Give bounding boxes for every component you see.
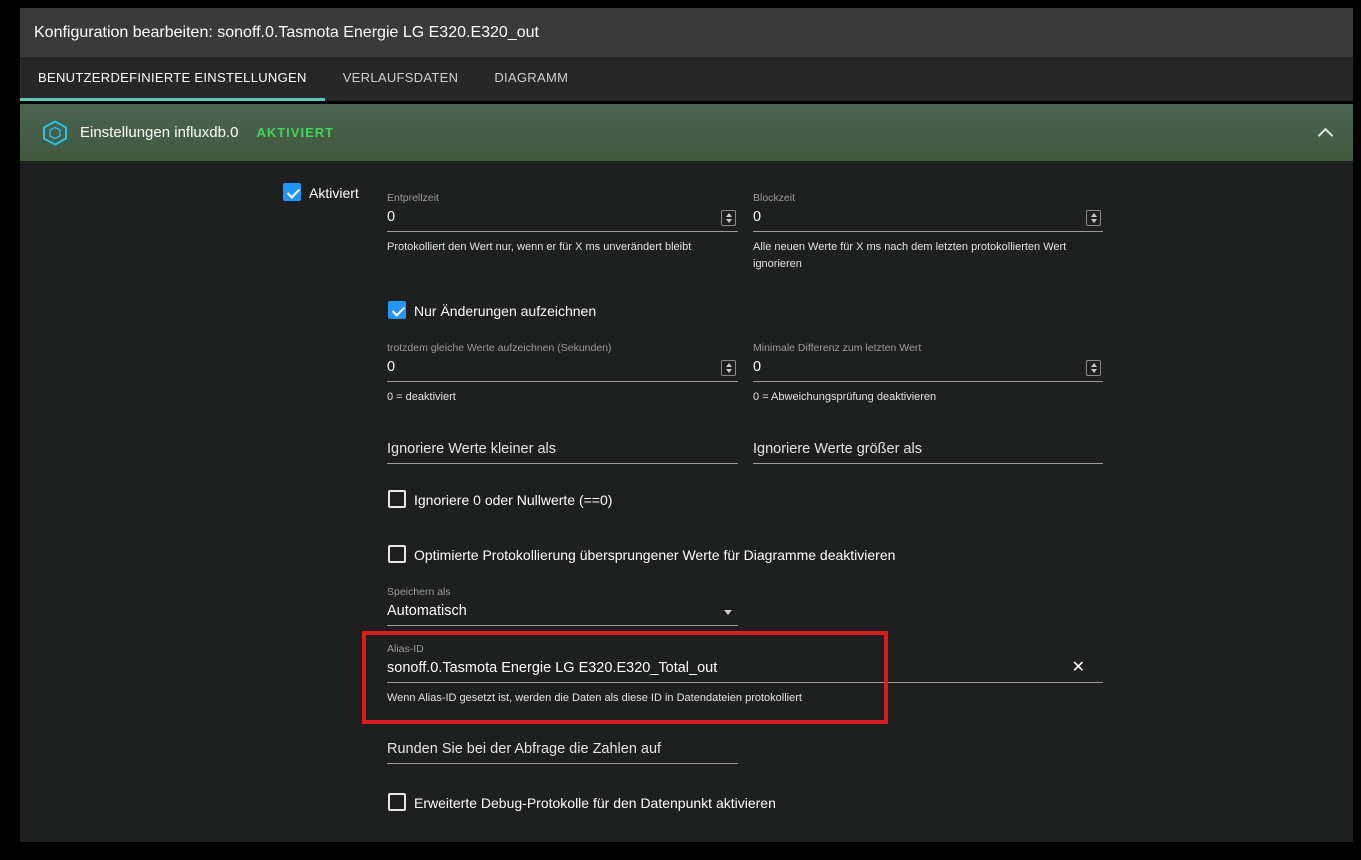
- blockzeit-value: 0: [753, 209, 761, 225]
- spinner-up-icon[interactable]: [726, 213, 732, 217]
- alias-id-label: Alias-ID: [387, 643, 1103, 655]
- min-differenz-helper: 0 = Abweichungsprüfung deaktivieren: [753, 389, 1103, 406]
- spinner-down-icon[interactable]: [726, 369, 732, 373]
- gleiche-werte-input[interactable]: 0: [387, 354, 738, 382]
- spinner-up-icon[interactable]: [726, 363, 732, 367]
- alias-id-field: Alias-ID sonoff.0.Tasmota Energie LG E32…: [387, 643, 1103, 707]
- blockzeit-stepper[interactable]: [1086, 210, 1101, 226]
- ignoriere-kleiner-input[interactable]: Ignoriere Werte kleiner als: [387, 440, 738, 464]
- debug-label[interactable]: Erweiterte Debug-Protokolle für den Date…: [414, 794, 776, 812]
- optimierte-protokollierung-checkbox[interactable]: [388, 545, 406, 563]
- ignoriere-groesser-placeholder: Ignoriere Werte größer als: [753, 441, 922, 457]
- speichern-als-label: Speichern als: [387, 586, 738, 598]
- debug-checkbox[interactable]: [388, 793, 406, 811]
- gleiche-werte-stepper[interactable]: [721, 360, 736, 376]
- gleiche-werte-helper: 0 = deaktiviert: [387, 389, 738, 406]
- spinner-up-icon[interactable]: [1091, 363, 1097, 367]
- dropdown-caret-icon[interactable]: [724, 610, 732, 615]
- ignoriere-kleiner-placeholder: Ignoriere Werte kleiner als: [387, 441, 556, 457]
- gleiche-werte-label: trotzdem gleiche Werte aufzeichnen (Seku…: [387, 342, 738, 354]
- adapter-title: Einstellungen influxdb.0: [80, 124, 238, 141]
- entprellzeit-stepper[interactable]: [721, 210, 736, 226]
- entprellzeit-field: Entprellzeit 0 Protokolliert den Wert nu…: [387, 192, 738, 256]
- nur-aenderungen-checkbox[interactable]: [388, 301, 406, 319]
- tabbar: BENUTZERDEFINIERTE EINSTELLUNGEN VERLAUF…: [20, 57, 1353, 101]
- blockzeit-label: Blockzeit: [753, 192, 1103, 204]
- dialog-titlebar: Konfiguration bearbeiten: sonoff.0.Tasmo…: [20, 8, 1353, 57]
- tab-benutzerdefinierte-einstellungen[interactable]: BENUTZERDEFINIERTE EINSTELLUNGEN: [20, 57, 325, 101]
- gleiche-werte-field: trotzdem gleiche Werte aufzeichnen (Seku…: [387, 342, 738, 406]
- speichern-als-select[interactable]: Automatisch: [387, 598, 738, 626]
- tab-diagramm[interactable]: DIAGRAMM: [476, 57, 586, 101]
- entprellzeit-label: Entprellzeit: [387, 192, 738, 204]
- aktiviert-checkbox[interactable]: [283, 183, 301, 201]
- alias-id-helper: Wenn Alias-ID gesetzt ist, werden die Da…: [387, 690, 1103, 707]
- spinner-down-icon[interactable]: [1091, 219, 1097, 223]
- adapter-header: Einstellungen influxdb.0 AKTIVIERT: [20, 104, 1353, 161]
- blockzeit-helper: Alle neuen Werte für X ms nach dem letzt…: [753, 239, 1103, 273]
- adapter-status-badge: AKTIVIERT: [256, 125, 334, 140]
- runden-placeholder: Runden Sie bei der Abfrage die Zahlen au…: [387, 741, 661, 757]
- alias-id-value: sonoff.0.Tasmota Energie LG E320.E320_To…: [387, 660, 717, 676]
- chevron-up-icon[interactable]: [1318, 127, 1334, 143]
- screen: Konfiguration bearbeiten: sonoff.0.Tasmo…: [0, 0, 1361, 860]
- min-differenz-value: 0: [753, 359, 761, 375]
- optimierte-protokollierung-label[interactable]: Optimierte Protokollierung übersprungene…: [414, 546, 895, 564]
- nur-aenderungen-label[interactable]: Nur Änderungen aufzeichnen: [414, 302, 596, 320]
- min-differenz-label: Minimale Differenz zum letzten Wert: [753, 342, 1103, 354]
- ignoriere-kleiner-field: Ignoriere Werte kleiner als: [387, 440, 738, 464]
- speichern-als-field: Speichern als Automatisch: [387, 586, 738, 626]
- spinner-down-icon[interactable]: [1091, 369, 1097, 373]
- entprellzeit-input[interactable]: 0: [387, 204, 738, 232]
- clear-icon[interactable]: ✕: [1072, 660, 1085, 676]
- min-differenz-field: Minimale Differenz zum letzten Wert 0 0 …: [753, 342, 1103, 406]
- ignoriere-groesser-field: Ignoriere Werte größer als: [753, 440, 1103, 464]
- spinner-up-icon[interactable]: [1091, 213, 1097, 217]
- min-differenz-input[interactable]: 0: [753, 354, 1103, 382]
- tab-verlaufsdaten[interactable]: VERLAUFSDATEN: [325, 57, 477, 101]
- alias-id-input[interactable]: sonoff.0.Tasmota Energie LG E320.E320_To…: [387, 655, 1103, 683]
- ignoriere-null-label[interactable]: Ignoriere 0 oder Nullwerte (==0): [414, 491, 612, 509]
- runden-input[interactable]: Runden Sie bei der Abfrage die Zahlen au…: [387, 740, 738, 764]
- speichern-als-value: Automatisch: [387, 603, 467, 619]
- ignoriere-groesser-input[interactable]: Ignoriere Werte größer als: [753, 440, 1103, 464]
- influxdb-icon: [42, 120, 68, 146]
- blockzeit-input[interactable]: 0: [753, 204, 1103, 232]
- entprellzeit-helper: Protokolliert den Wert nur, wenn er für …: [387, 239, 738, 256]
- min-differenz-stepper[interactable]: [1086, 360, 1101, 376]
- spinner-down-icon[interactable]: [726, 219, 732, 223]
- runden-field: Runden Sie bei der Abfrage die Zahlen au…: [387, 740, 738, 764]
- dialog-title: Konfiguration bearbeiten: sonoff.0.Tasmo…: [34, 24, 539, 41]
- ignoriere-null-checkbox[interactable]: [388, 490, 406, 508]
- blockzeit-field: Blockzeit 0 Alle neuen Werte für X ms na…: [753, 192, 1103, 273]
- entprellzeit-value: 0: [387, 209, 395, 225]
- aktiviert-label[interactable]: Aktiviert: [309, 184, 359, 202]
- gleiche-werte-value: 0: [387, 359, 395, 375]
